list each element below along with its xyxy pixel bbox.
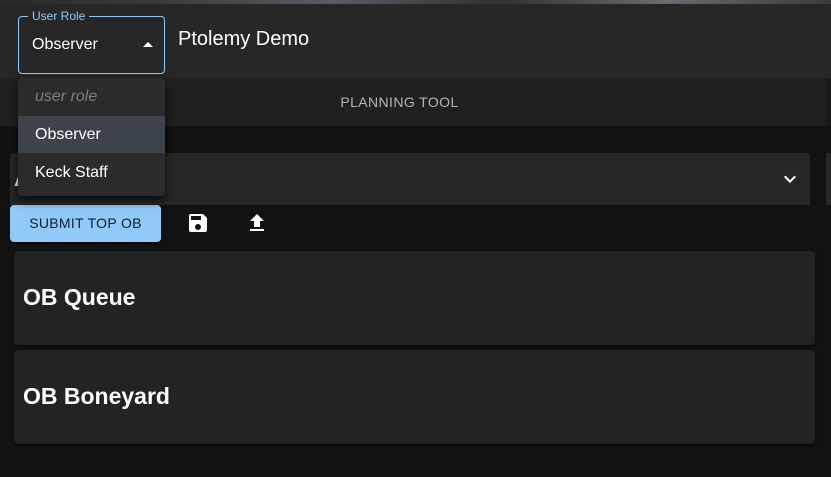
- tab-bar-edge: [826, 78, 831, 126]
- ob-boneyard-title: OB Boneyard: [23, 383, 170, 409]
- caret-up-icon[interactable]: [143, 42, 153, 47]
- upload-icon[interactable]: [245, 211, 269, 235]
- submit-top-ob-button[interactable]: SUBMIT TOP OB: [10, 205, 161, 242]
- user-role-select[interactable]: User Role Observer: [18, 9, 165, 74]
- user-role-menu: user role Observer Keck Staff: [18, 78, 165, 196]
- ob-queue-title: OB Queue: [23, 284, 136, 310]
- user-role-value: Observer: [32, 36, 98, 53]
- app-title: Ptolemy Demo: [178, 28, 310, 50]
- save-icon[interactable]: [186, 211, 210, 235]
- app-bar: User Role Observer Ptolemy Demo: [0, 4, 831, 78]
- side-panel-edge: [826, 153, 831, 205]
- chevron-down-icon[interactable]: [778, 167, 802, 191]
- ob-queue-card: OB Queue: [14, 251, 815, 345]
- menu-item-placeholder[interactable]: user role: [18, 78, 165, 115]
- menu-item-observer[interactable]: Observer: [18, 116, 165, 153]
- ob-boneyard-card: OB Boneyard: [14, 350, 815, 444]
- user-role-legend: User Role: [28, 9, 90, 23]
- menu-item-keck-staff[interactable]: Keck Staff: [18, 154, 165, 191]
